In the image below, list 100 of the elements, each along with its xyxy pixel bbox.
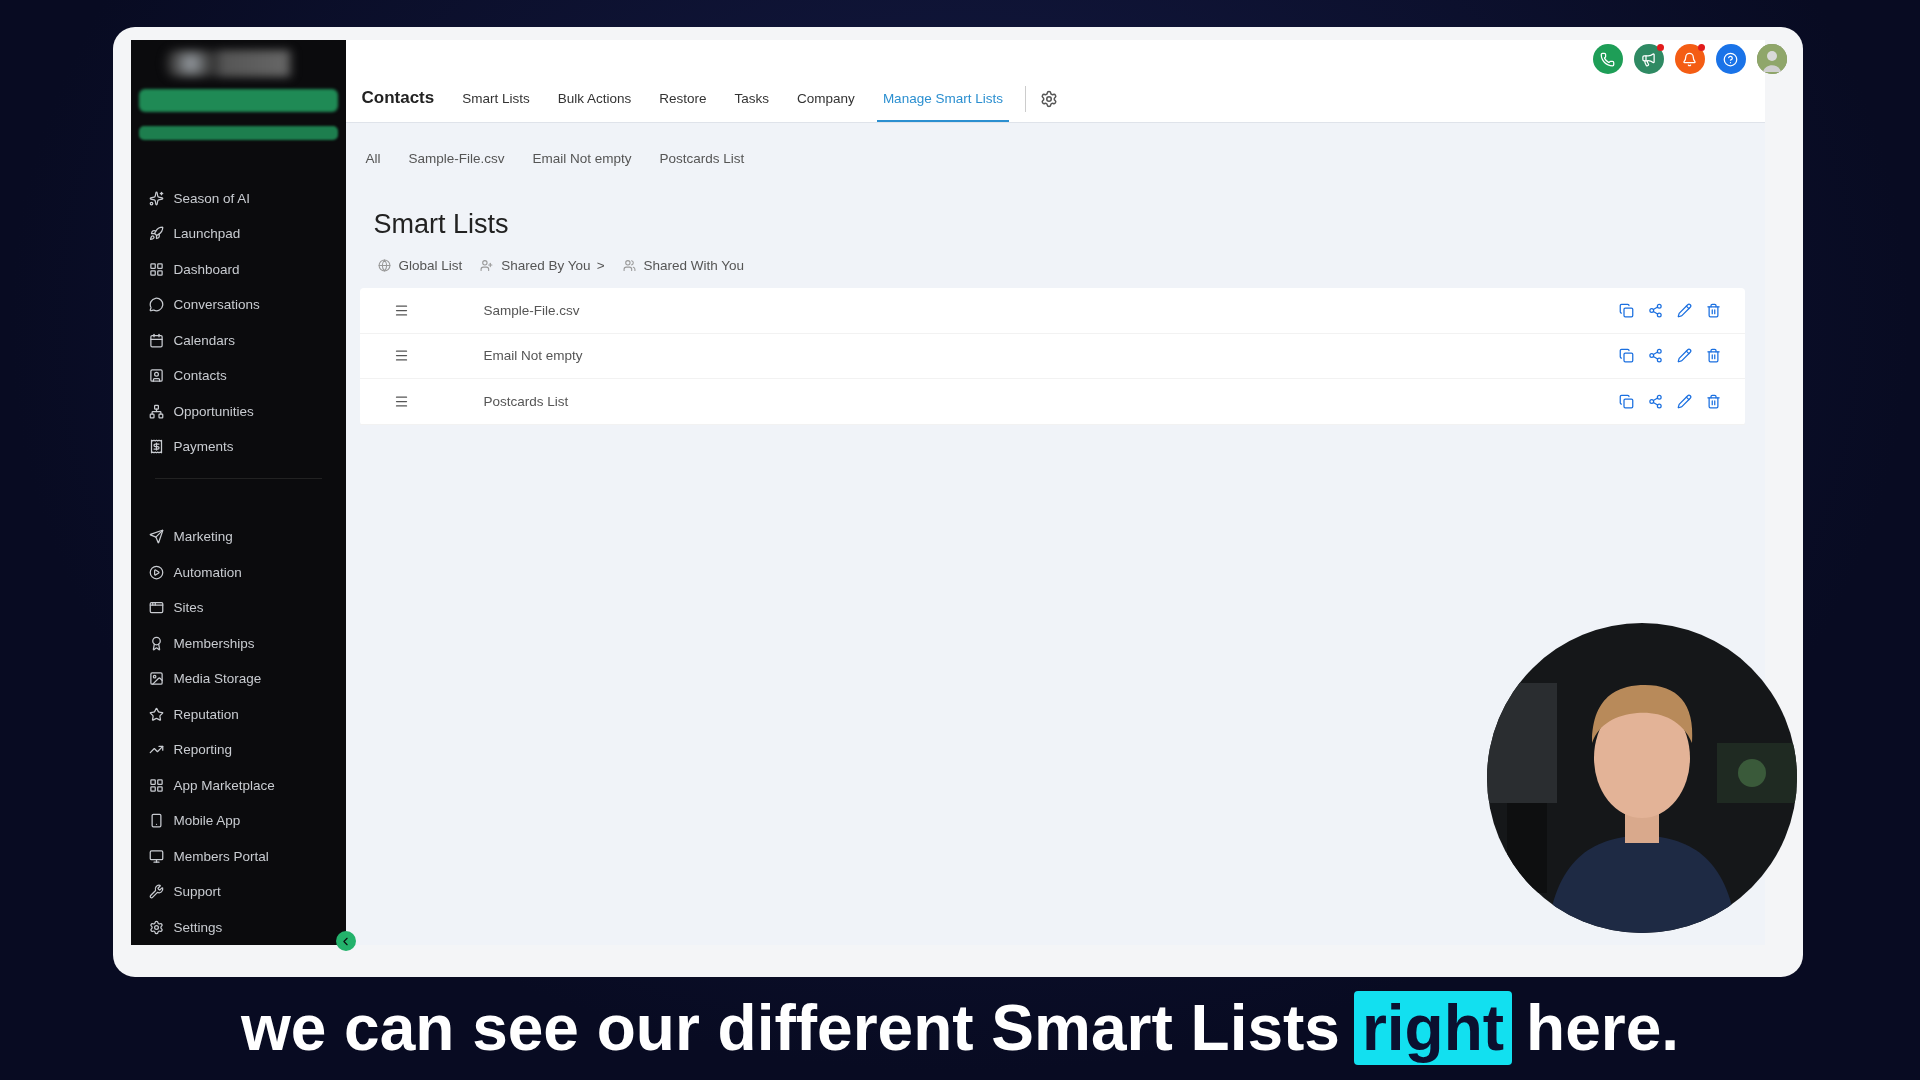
megaphone-icon <box>1641 51 1656 67</box>
play-circle-icon <box>148 564 164 580</box>
copy-button[interactable] <box>1618 393 1634 409</box>
settings-icon <box>148 919 164 935</box>
copy-icon <box>1618 393 1634 409</box>
sidebar-item[interactable]: Automation <box>138 554 338 590</box>
trash-icon <box>1705 348 1721 364</box>
pencil-icon <box>1676 302 1692 318</box>
delete-button[interactable] <box>1705 393 1721 409</box>
collapse-button[interactable] <box>335 931 356 951</box>
announcements-button[interactable] <box>1633 44 1664 74</box>
paper-plane-icon <box>148 529 164 545</box>
sidebar-item[interactable]: Mobile App <box>138 803 338 839</box>
sidebar-item[interactable]: Calendars <box>138 322 338 358</box>
sidebar-item[interactable]: Support <box>138 874 338 910</box>
nav-tab[interactable]: Company <box>791 76 861 122</box>
page-title: Smart Lists <box>373 209 510 240</box>
notifications-button[interactable] <box>1674 44 1705 74</box>
sidebar-item[interactable]: Reporting <box>138 732 338 768</box>
delete-button[interactable] <box>1705 348 1721 364</box>
wrench-icon <box>148 884 164 900</box>
users-icon <box>622 259 636 272</box>
receipt-icon <box>148 439 164 455</box>
sidebar-item[interactable]: Dashboard <box>138 251 338 287</box>
list-name: Postcards List <box>483 393 570 409</box>
copy-button[interactable] <box>1618 302 1634 318</box>
sidebar-item[interactable]: Settings <box>138 909 338 945</box>
sidebar-item[interactable]: Memberships <box>138 625 338 661</box>
share-icon <box>1647 302 1663 318</box>
star-icon <box>148 706 164 722</box>
globe-icon <box>377 259 391 272</box>
drag-handle-icon[interactable] <box>393 348 409 364</box>
bell-icon <box>1682 51 1697 67</box>
sidebar-item[interactable]: Media Storage <box>138 661 338 697</box>
sparkles-icon <box>148 190 164 206</box>
share-filter[interactable]: Shared With You <box>622 258 745 273</box>
sidebar-item[interactable]: Payments <box>138 428 338 465</box>
list-name: Email Not empty <box>483 348 584 364</box>
phone-button[interactable] <box>1592 44 1623 74</box>
grid-icon <box>148 261 164 277</box>
calendar-icon <box>148 332 164 348</box>
sidebar-item[interactable]: Reputation <box>138 696 338 732</box>
caption-text: we can see our different Smart Lists <box>240 991 1340 1065</box>
page-section-title: Contacts <box>361 88 435 108</box>
edit-button[interactable] <box>1676 348 1692 364</box>
copy-icon <box>1618 302 1634 318</box>
filter-tab[interactable]: Sample-File.csv <box>408 151 505 166</box>
share-icon <box>1647 393 1663 409</box>
caption-text: here. <box>1526 991 1680 1065</box>
filter-tab[interactable]: Postcards List <box>659 151 745 166</box>
nav-tab[interactable]: Tasks <box>728 76 776 122</box>
grid-icon <box>148 777 164 793</box>
phone-icon <box>1600 51 1615 67</box>
pencil-icon <box>1676 393 1692 409</box>
contact-card-icon <box>148 368 164 384</box>
nav-tab[interactable]: Restore <box>653 76 713 122</box>
pencil-icon <box>1676 348 1692 364</box>
share-filter[interactable]: Shared By You > <box>480 258 605 273</box>
nodes-icon <box>148 403 164 419</box>
delete-button[interactable] <box>1705 302 1721 318</box>
copy-icon <box>1618 348 1634 364</box>
list-name: Sample-File.csv <box>483 302 581 318</box>
sidebar-item[interactable]: Season of AI <box>138 180 338 216</box>
trash-icon <box>1705 302 1721 318</box>
drag-handle-icon[interactable] <box>393 393 409 409</box>
sidebar-item[interactable]: App Marketplace <box>138 767 338 803</box>
image-icon <box>148 671 164 687</box>
chat-bubble-icon <box>148 297 164 313</box>
help-icon <box>1723 51 1738 67</box>
rocket-icon <box>148 226 164 242</box>
drag-handle-icon[interactable] <box>393 302 409 318</box>
sidebar-item[interactable]: Members Portal <box>138 838 338 874</box>
nav-tab[interactable]: Manage Smart Lists <box>876 76 1009 122</box>
caption-highlight: right <box>1353 991 1513 1065</box>
browser-window-icon <box>148 600 164 616</box>
filter-tab[interactable]: All <box>365 151 381 166</box>
settings-icon[interactable] <box>1039 90 1058 108</box>
copy-button[interactable] <box>1618 348 1634 364</box>
trash-icon <box>1705 393 1721 409</box>
edit-button[interactable] <box>1676 393 1692 409</box>
sidebar-item[interactable]: Marketing <box>138 519 338 555</box>
sidebar-item[interactable]: Contacts <box>138 357 338 394</box>
share-button[interactable] <box>1647 393 1663 409</box>
avatar[interactable] <box>1756 44 1787 74</box>
nav-tab[interactable]: Smart Lists <box>456 76 536 122</box>
sidebar-item[interactable]: Conversations <box>138 286 338 323</box>
sidebar-item[interactable]: Sites <box>138 590 338 626</box>
help-button[interactable] <box>1715 44 1746 74</box>
edit-button[interactable] <box>1676 302 1692 318</box>
nav-tab[interactable]: Bulk Actions <box>551 76 638 122</box>
sidebar-item[interactable]: Opportunities <box>138 393 338 429</box>
share-button[interactable] <box>1647 348 1663 364</box>
share-filter[interactable]: Global List <box>377 258 463 273</box>
monitor-icon <box>148 848 164 864</box>
share-icon <box>1647 348 1663 364</box>
phone-device-icon <box>148 813 164 829</box>
sidebar-item[interactable]: Launchpad <box>138 215 338 252</box>
user-plus-icon <box>480 259 494 272</box>
filter-tab[interactable]: Email Not empty <box>532 151 632 166</box>
share-button[interactable] <box>1647 302 1663 318</box>
